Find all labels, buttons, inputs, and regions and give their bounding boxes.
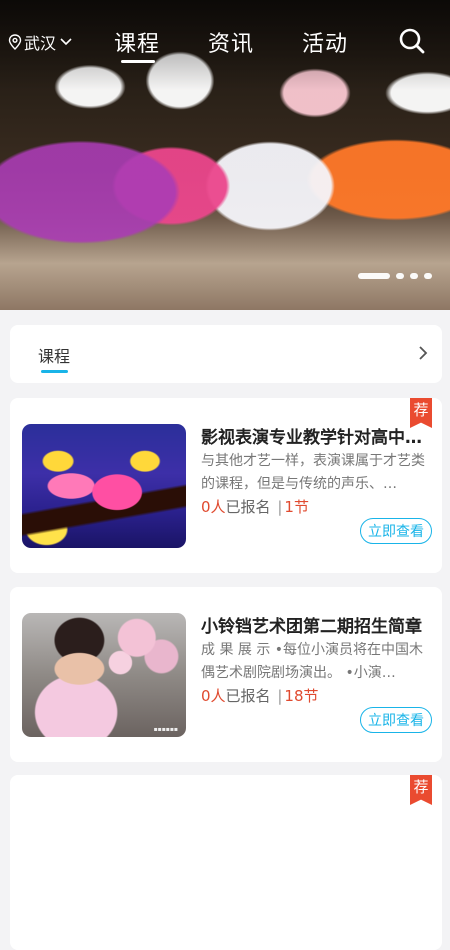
search-icon[interactable] xyxy=(398,27,426,55)
meta-separator: | xyxy=(277,687,283,705)
tab-active-indicator xyxy=(121,60,155,63)
tab-activities[interactable]: 活动 xyxy=(302,26,348,58)
course-section-header[interactable]: 课程 xyxy=(10,325,442,383)
lesson-count: 18节 xyxy=(284,687,319,705)
section-title: 课程 xyxy=(38,347,71,366)
course-card[interactable]: 影视表演专业教学针对高中… 与其他才艺一样，表演课属于才艺类的课程，但是与传统的… xyxy=(10,398,442,573)
chevron-right-icon[interactable] xyxy=(418,345,428,361)
tab-courses[interactable]: 课程 xyxy=(114,26,160,58)
course-description: 与其他才艺一样，表演课属于才艺类的课程，但是与传统的声乐、… xyxy=(201,453,425,492)
carousel-dot[interactable] xyxy=(424,273,432,279)
course-title[interactable]: 小铃铛艺术团第二期招生简章 xyxy=(201,612,433,637)
lesson-count: 1节 xyxy=(284,498,309,516)
course-thumbnail[interactable]: ▪▪▪▪▪▪ xyxy=(22,613,186,737)
course-card[interactable]: ▪▪▪▪▪▪ 小铃铛艺术团第二期招生简章 成 果 展 示 •每位小演员将在中国木… xyxy=(10,587,442,762)
tab-news[interactable]: 资讯 xyxy=(208,26,254,58)
enrolled-label: 已报名 xyxy=(225,687,271,705)
recommended-badge: 荐 xyxy=(410,775,432,805)
course-title[interactable]: 影视表演专业教学针对高中… xyxy=(201,423,433,448)
carousel-dot[interactable] xyxy=(396,273,404,279)
course-meta: 0人已报名 | 18节 xyxy=(201,685,319,706)
thumbnail-watermark: ▪▪▪▪▪▪ xyxy=(153,726,178,733)
enrolled-count: 0人 xyxy=(201,498,226,516)
carousel-dot[interactable] xyxy=(410,273,418,279)
meta-separator: | xyxy=(277,498,283,516)
location-label: 武汉 xyxy=(24,34,57,53)
top-nav: 武汉 课程 资讯 活动 xyxy=(0,0,450,80)
carousel-dot-active[interactable] xyxy=(358,273,390,279)
course-description: 成 果 展 示 •每位小演员将在中国木偶艺术剧院剧场演出。 •小演… xyxy=(201,642,424,681)
enrolled-label: 已报名 xyxy=(225,498,271,516)
view-now-button[interactable]: 立即查看 xyxy=(360,518,432,544)
section-title-underline xyxy=(41,370,68,373)
carousel-dots xyxy=(358,273,432,279)
course-meta: 0人已报名 | 1节 xyxy=(201,496,309,517)
enrolled-count: 0人 xyxy=(201,687,226,705)
course-card[interactable]: 荐 xyxy=(10,775,442,950)
chevron-down-icon xyxy=(60,38,72,46)
location-pin-icon xyxy=(8,34,22,50)
view-now-button[interactable]: 立即查看 xyxy=(360,707,432,733)
location-selector[interactable]: 武汉 xyxy=(8,30,75,54)
course-thumbnail[interactable] xyxy=(22,424,186,548)
